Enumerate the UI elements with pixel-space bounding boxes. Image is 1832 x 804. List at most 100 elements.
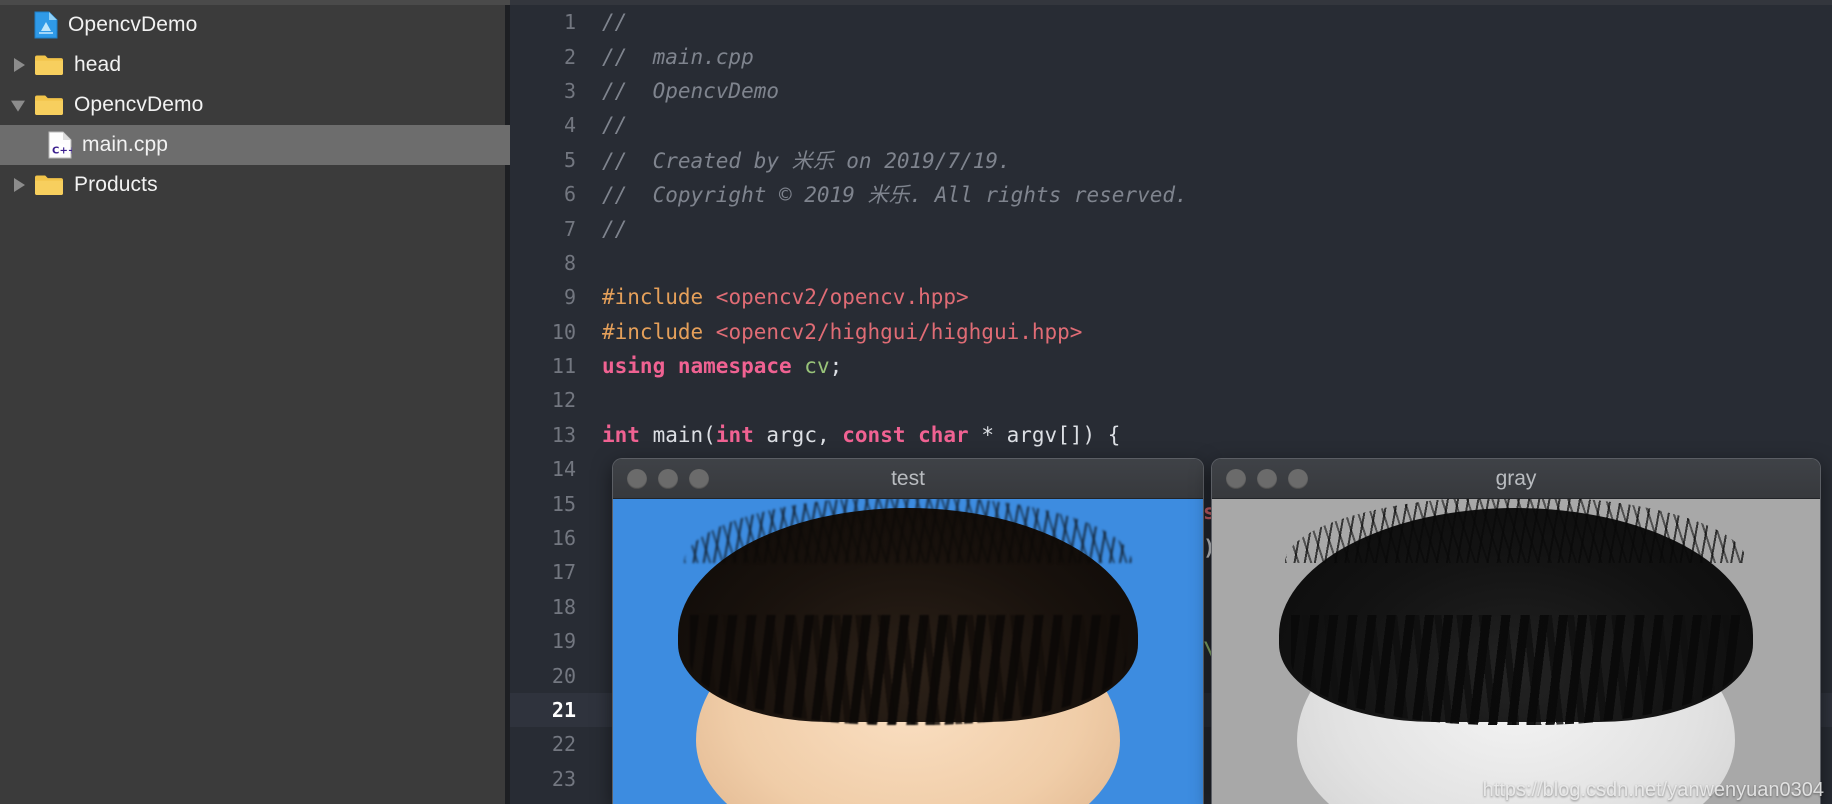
code-token: using namespace xyxy=(602,354,805,379)
code-token: * argv[]) { xyxy=(981,422,1121,447)
line-number: 7 xyxy=(563,216,576,241)
code-token: // Created by 米乐 on 2019/7/19. xyxy=(602,148,1011,173)
line-number: 12 xyxy=(551,388,576,413)
code-token: // main.cpp xyxy=(602,44,754,69)
code-text: // xyxy=(592,113,627,137)
line-number: 22 xyxy=(551,732,576,757)
code-line[interactable]: 1 // xyxy=(510,5,1832,39)
code-token: <opencv2/opencv.hpp> xyxy=(715,285,969,310)
line-number: 21 xyxy=(551,698,576,722)
xcode-window: OpencvDemo head OpencvDemo C++ main.cpp Produ… xyxy=(0,0,1832,804)
code-line[interactable]: 12 xyxy=(510,383,1832,417)
window-title: gray xyxy=(1495,466,1537,490)
code-token: // xyxy=(602,216,628,241)
folder-icon-wrap xyxy=(34,93,74,117)
code-line[interactable]: 6 // Copyright © 2019 米乐. All rights rese… xyxy=(510,177,1832,211)
code-token: int xyxy=(602,422,653,447)
folder-icon-wrap xyxy=(34,173,74,197)
line-number: 16 xyxy=(551,526,576,551)
photo-bangs xyxy=(689,614,1127,725)
code-token: , xyxy=(816,422,843,447)
code-token: ; xyxy=(829,354,843,379)
line-number: 6 xyxy=(563,182,576,207)
line-number: 11 xyxy=(551,354,576,379)
code-token: #include xyxy=(602,319,716,344)
code-token: ( xyxy=(703,422,716,447)
code-line[interactable]: 7 // xyxy=(510,211,1832,245)
folder-icon xyxy=(35,55,63,75)
code-line[interactable]: 3 // OpencvDemo xyxy=(510,74,1832,108)
chevron-down-icon[interactable] xyxy=(8,85,34,125)
sidebar-item-opencvdemo[interactable]: OpencvDemo xyxy=(0,85,510,125)
line-number: 3 xyxy=(563,78,576,103)
line-number: 13 xyxy=(551,422,576,447)
line-number: 4 xyxy=(563,113,576,138)
chevron-right-icon[interactable] xyxy=(8,45,34,85)
image-canvas xyxy=(1212,499,1820,804)
code-text: // main.cpp xyxy=(592,45,754,69)
code-line[interactable]: 10 #include <opencv2/highgui/highgui.hpp> xyxy=(510,315,1832,349)
code-token: cv xyxy=(804,354,830,379)
chevron-right-icon[interactable] xyxy=(8,165,34,205)
code-text: #include <opencv2/opencv.hpp> xyxy=(592,285,969,309)
sidebar-item-label: Products xyxy=(74,173,158,196)
code-line[interactable]: 2 // main.cpp xyxy=(510,39,1832,73)
code-token: <opencv2/highgui/highgui.hpp> xyxy=(715,319,1083,344)
code-text: // Created by 米乐 on 2019/7/19. xyxy=(592,145,1011,175)
code-token: argc xyxy=(766,422,817,447)
svg-text:C++: C++ xyxy=(52,146,72,157)
folder-icon xyxy=(35,95,63,115)
xcode-project-icon-wrap xyxy=(34,11,68,39)
code-token: const char xyxy=(842,422,982,447)
code-line[interactable]: 8 xyxy=(510,246,1832,280)
line-number: 2 xyxy=(563,44,576,69)
code-text: // xyxy=(592,10,627,34)
code-line[interactable]: 5 // Created by 米乐 on 2019/7/19. xyxy=(510,143,1832,177)
code-line[interactable]: 9 #include <opencv2/opencv.hpp> xyxy=(510,280,1832,314)
sidebar-item-label: OpencvDemo xyxy=(68,13,198,36)
code-token: // xyxy=(602,113,628,138)
cpp-file-icon: C++ xyxy=(48,131,72,159)
opencv-window-gray[interactable]: gray xyxy=(1212,459,1820,804)
code-line[interactable]: 4 // xyxy=(510,108,1832,142)
line-number: 8 xyxy=(563,250,576,275)
line-number: 18 xyxy=(551,594,576,619)
line-number: 23 xyxy=(551,766,576,791)
code-token: #include xyxy=(602,285,716,310)
line-number: 9 xyxy=(563,285,576,310)
code-line[interactable]: 11 using namespace cv; xyxy=(510,349,1832,383)
image-canvas xyxy=(613,499,1203,804)
line-number: 15 xyxy=(551,491,576,516)
window-titlebar[interactable]: test xyxy=(613,459,1203,499)
code-text: // OpencvDemo xyxy=(592,79,779,103)
folder-icon xyxy=(35,175,63,195)
sidebar-item-label: OpencvDemo xyxy=(74,93,204,116)
code-token: int xyxy=(715,422,767,447)
sidebar-item-label: head xyxy=(74,53,122,76)
window-title: test xyxy=(891,466,925,490)
code-text: // Copyright © 2019 米乐. All rights reser… xyxy=(592,179,1188,209)
portrait-photo xyxy=(613,499,1203,804)
code-text: // xyxy=(592,217,627,241)
sidebar-item-label: main.cpp xyxy=(82,133,169,156)
cpp-file-icon-wrap: C++ xyxy=(48,131,82,159)
sidebar-item-opencvdemo[interactable]: OpencvDemo xyxy=(0,5,510,45)
sidebar-item-products[interactable]: Products xyxy=(0,165,510,205)
code-line[interactable]: 13 int main(int argc, const char * argv[]… xyxy=(510,418,1832,452)
project-navigator-sidebar[interactable]: OpencvDemo head OpencvDemo C++ main.cpp Produ… xyxy=(0,0,510,804)
line-number: 5 xyxy=(563,147,576,172)
line-number: 14 xyxy=(551,457,576,482)
sidebar-item-head[interactable]: head xyxy=(0,45,510,85)
window-titlebar[interactable]: gray xyxy=(1212,459,1820,499)
code-text: #include <opencv2/highgui/highgui.hpp> xyxy=(592,320,1082,344)
sidebar-item-main-cpp[interactable]: C++ main.cpp xyxy=(0,125,510,165)
line-number: 10 xyxy=(551,319,576,344)
code-text: int main(int argc, const char * argv[]) … xyxy=(592,423,1120,447)
code-token: // xyxy=(602,10,628,35)
code-text: using namespace cv; xyxy=(592,354,842,378)
opencv-window-test[interactable]: test xyxy=(613,459,1203,804)
code-token: main xyxy=(652,422,704,447)
line-number: 19 xyxy=(551,629,576,654)
line-number: 1 xyxy=(563,10,576,35)
